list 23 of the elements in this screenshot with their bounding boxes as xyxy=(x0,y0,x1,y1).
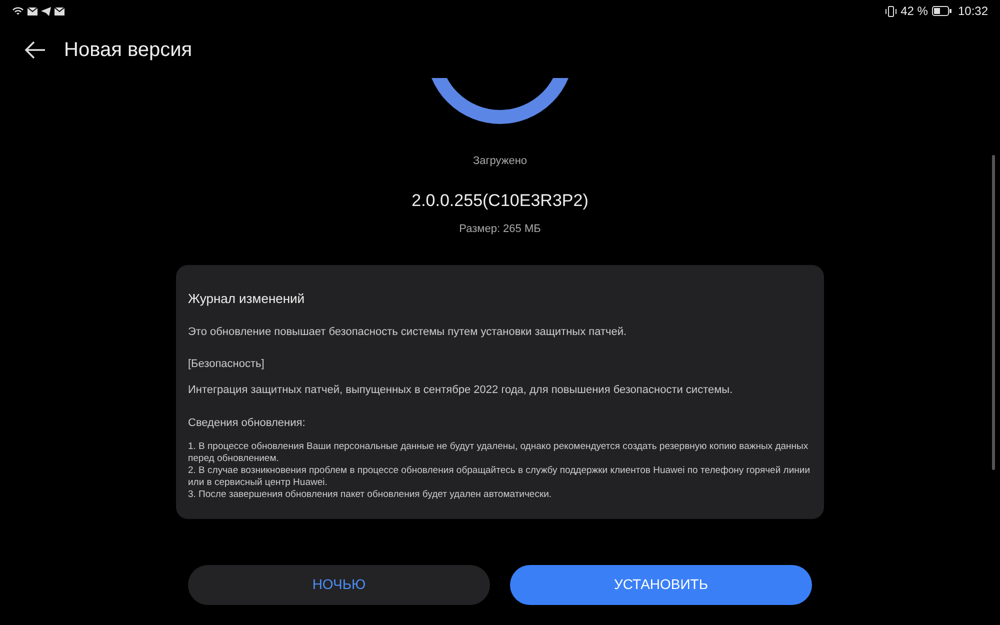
update-note: 2. В случае возникновения проблем в процессе обновления обращайтесь в службу поддержки клиентов Huawei по телефону горячей линии или в сервисный центр Huawei. xyxy=(188,465,811,489)
section-text: Интеграция защитных патчей, выпущенных в сентябре 2022 года, для повышения безопасности системы. xyxy=(188,383,734,398)
download-size: Размер: 265 МБ xyxy=(459,222,541,237)
download-status: Загружено xyxy=(472,154,528,169)
notes-title: Сведения обновления: xyxy=(188,416,306,430)
changelog-summary: Это обновление повышает безопасность системы путем установки защитных патчей. xyxy=(188,325,628,340)
install-button[interactable]: УСТАНОВИТЬ xyxy=(510,564,812,604)
changelog-title: Журнал изменений xyxy=(188,290,306,308)
update-note: 3. После завершения обновления пакет обновления будет удален автоматически. xyxy=(188,489,553,501)
wifi-icon xyxy=(12,6,24,16)
mail-icon xyxy=(27,6,38,16)
vibrate-icon xyxy=(884,6,897,16)
battery-icon xyxy=(932,6,952,16)
update-note: 1. В процессе обновления Ваши персональные данные не будут удалены, однако рекомендуется создать резервную копию важных данных перед обновлением. xyxy=(188,441,810,465)
battery-percent: 42 % xyxy=(900,3,928,20)
version-number: 2.0.0.255(C10E3R3P2) xyxy=(412,190,588,212)
mail-icon xyxy=(54,6,65,16)
clock: 10:32 xyxy=(958,3,988,20)
night-button[interactable]: НОЧЬЮ xyxy=(188,564,490,604)
page-title: Новая версия xyxy=(64,38,192,63)
paper-plane-icon xyxy=(41,6,51,16)
section-heading: [Безопасность] xyxy=(188,356,266,372)
back-arrow-icon[interactable] xyxy=(24,41,46,59)
